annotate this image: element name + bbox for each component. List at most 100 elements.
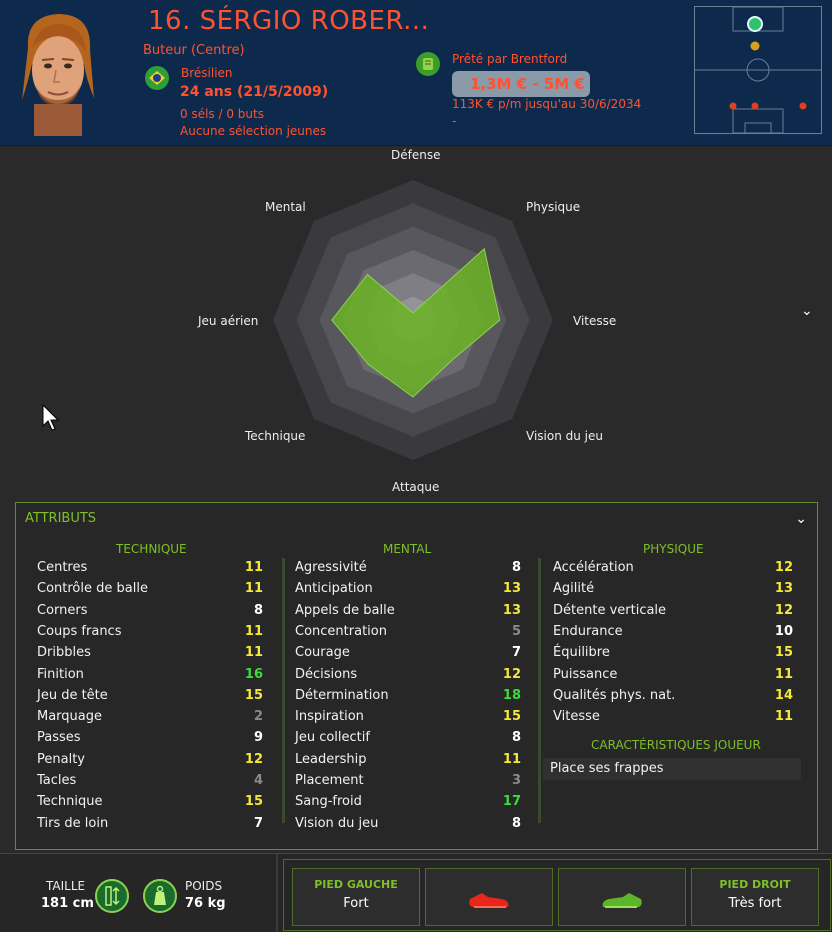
attribute-row[interactable]: Jeu de tête 15 <box>37 688 263 709</box>
attribute-row[interactable]: Endurance 10 <box>553 624 793 645</box>
attribute-value: 8 <box>253 602 263 618</box>
column-divider <box>282 558 285 823</box>
attribute-value: 13 <box>774 581 793 597</box>
attribute-row[interactable]: Marquage 2 <box>37 709 263 730</box>
attribute-row[interactable]: Sang-froid 17 <box>295 794 521 815</box>
brazil-flag-icon <box>145 66 169 90</box>
loan-status: Prêté par Brentford <box>452 52 568 66</box>
attribute-row[interactable]: Penalty 12 <box>37 752 263 773</box>
right-foot-card: PIED DROIT Très fort <box>691 868 819 926</box>
attribute-row[interactable]: Concentration 5 <box>295 624 521 645</box>
player-role: Buteur (Centre) <box>143 43 245 58</box>
wage-extra: - <box>452 114 457 128</box>
attribute-row[interactable]: Technique 15 <box>37 794 263 815</box>
attribute-row[interactable]: Vision du jeu 8 <box>295 816 521 837</box>
attribute-name: Coups francs <box>37 623 122 639</box>
transfer-value: 1,3M € - 5M € <box>470 75 585 93</box>
height-value: 181 cm <box>41 896 94 911</box>
attribute-row[interactable]: Tacles 4 <box>37 773 263 794</box>
attribute-value: 11 <box>244 581 263 597</box>
attribute-row[interactable]: Placement 3 <box>295 773 521 794</box>
attribute-name: Qualités phys. nat. <box>553 687 676 703</box>
attribute-row[interactable]: Anticipation 13 <box>295 581 521 602</box>
mouse-cursor-icon <box>42 403 60 436</box>
attribute-row[interactable]: Contrôle de balle 11 <box>37 581 263 602</box>
radar-label-mental: Mental <box>265 200 306 214</box>
attribute-name: Leadership <box>295 751 367 767</box>
column-divider <box>538 558 541 823</box>
attribute-name: Tirs de loin <box>37 815 109 831</box>
attribute-row[interactable]: Équilibre 15 <box>553 645 793 666</box>
attribute-row[interactable]: Appels de balle 13 <box>295 603 521 624</box>
attribute-row[interactable]: Agilité 13 <box>553 581 793 602</box>
attribute-value: 7 <box>253 815 263 831</box>
attribute-value: 11 <box>244 623 263 639</box>
attribute-row[interactable]: Coups francs 11 <box>37 624 263 645</box>
radar-label-defense: Défense <box>391 148 441 162</box>
technique-heading: TECHNIQUE <box>116 542 187 556</box>
attribute-value: 8 <box>511 560 521 575</box>
attribute-name: Placement <box>295 773 364 788</box>
radar-label-vision: Vision du jeu <box>526 429 603 443</box>
attribute-value: 16 <box>244 666 263 682</box>
attribute-name: Marquage <box>37 709 103 725</box>
attribute-row[interactable]: Agressivité 8 <box>295 560 521 581</box>
attribute-row[interactable]: Courage 7 <box>295 645 521 666</box>
attribute-value: 11 <box>774 666 793 682</box>
attribute-value: 12 <box>774 602 793 618</box>
attribute-value: 15 <box>244 687 263 703</box>
attribute-row[interactable]: Inspiration 15 <box>295 709 521 730</box>
trait-item[interactable]: Place ses frappes <box>543 758 801 780</box>
physique-heading: PHYSIQUE <box>643 542 704 556</box>
attribute-row[interactable]: Qualités phys. nat. 14 <box>553 688 793 709</box>
attribute-value: 12 <box>774 560 793 575</box>
attribute-name: Vitesse <box>553 709 600 725</box>
attributes-title: ATTRIBUTS <box>25 511 97 526</box>
attribute-row[interactable]: Passes 9 <box>37 730 263 751</box>
chevron-down-icon[interactable]: ⌄ <box>801 303 813 319</box>
attribute-value: 18 <box>502 687 521 703</box>
attribute-name: Technique <box>37 794 103 810</box>
attribute-row[interactable]: Finition 16 <box>37 667 263 688</box>
chevron-down-icon[interactable]: ⌄ <box>795 511 807 527</box>
international-caps: 0 séls / 0 buts <box>180 107 264 121</box>
radar-label-attaque: Attaque <box>392 480 440 494</box>
attribute-value: 7 <box>511 645 521 661</box>
club-badge-icon <box>416 52 440 76</box>
attribute-row[interactable]: Corners 8 <box>37 603 263 624</box>
attribute-row[interactable]: Centres 11 <box>37 560 263 581</box>
nationality: Brésilien <box>181 66 233 80</box>
attribute-value: 11 <box>774 709 793 725</box>
attribute-row[interactable]: Tirs de loin 7 <box>37 816 263 837</box>
position-pitch <box>694 6 822 134</box>
attribute-row[interactable]: Leadership 11 <box>295 752 521 773</box>
radar-label-vitesse: Vitesse <box>573 314 617 328</box>
age-birthdate: 24 ans (21/5/2009) <box>180 84 329 100</box>
attribute-value: 15 <box>244 794 263 810</box>
right-boot-card <box>558 868 686 926</box>
attribute-name: Endurance <box>553 623 623 639</box>
attribute-row[interactable]: Jeu collectif 8 <box>295 730 521 751</box>
attribute-name: Détente verticale <box>553 602 667 618</box>
attributes-panel: ATTRIBUTS ⌄ TECHNIQUE MENTAL PHYSIQUE Ce… <box>15 502 818 850</box>
attribute-row[interactable]: Détente verticale 12 <box>553 603 793 624</box>
attribute-value: 11 <box>502 751 521 767</box>
height-label: TAILLE <box>46 879 86 893</box>
weight-icon <box>143 879 177 913</box>
trait-label: Place ses frappes <box>550 761 664 776</box>
attribute-row[interactable]: Accélération 12 <box>553 560 793 581</box>
attribute-row[interactable]: Vitesse 11 <box>553 709 793 730</box>
attribute-row[interactable]: Puissance 11 <box>553 667 793 688</box>
attribute-name: Finition <box>37 666 84 682</box>
attribute-value: 9 <box>253 730 263 746</box>
attribute-radar: Défense Physique Vitesse Vision du jeu A… <box>0 145 832 500</box>
attribute-row[interactable]: Dribbles 11 <box>37 645 263 666</box>
attribute-row[interactable]: Détermination 18 <box>295 688 521 709</box>
attribute-name: Anticipation <box>295 581 373 597</box>
wage-contract: 113K € p/m jusqu'au 30/6/2034 <box>452 97 642 111</box>
attribute-name: Contrôle de balle <box>37 581 148 597</box>
transfer-value-badge[interactable]: 1,3M € - 5M € <box>452 71 590 97</box>
radar-label-technique: Technique <box>245 429 306 443</box>
attribute-value: 11 <box>244 560 263 575</box>
attribute-row[interactable]: Décisions 12 <box>295 667 521 688</box>
